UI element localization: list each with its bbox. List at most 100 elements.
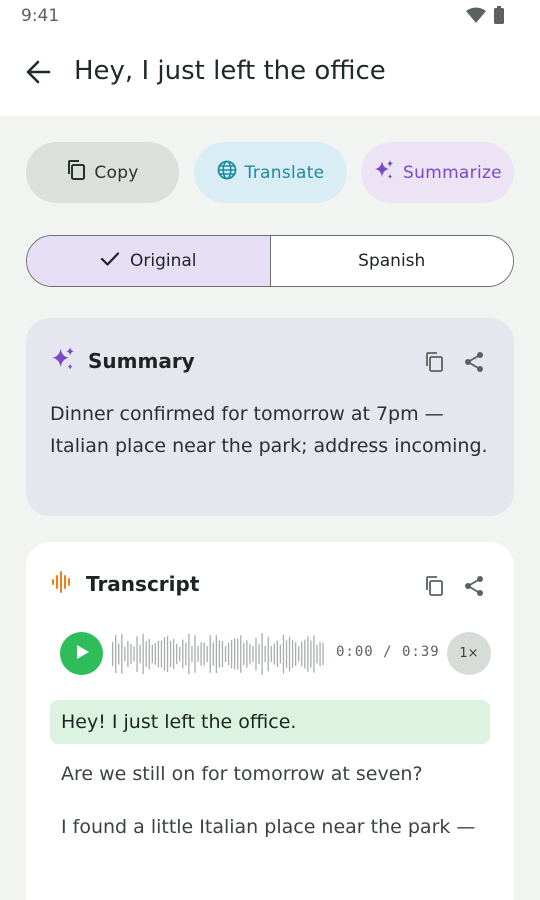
waveform-bar <box>319 641 321 667</box>
waveform-bar <box>200 642 202 666</box>
waveform-bar <box>133 646 135 662</box>
share-icon[interactable] <box>464 575 484 601</box>
waveform-bar <box>279 644 282 664</box>
waveform-bar <box>166 636 169 672</box>
summary-header: Summary <box>50 346 195 376</box>
waveform-bar <box>313 635 315 673</box>
waveform-bar <box>298 646 300 662</box>
summary-actions <box>424 351 484 377</box>
battery-icon <box>494 6 504 28</box>
summarize-button[interactable]: Summarize <box>361 142 514 203</box>
waveform-bar <box>288 636 291 672</box>
transcript-line[interactable]: I found a little Italian place near the … <box>50 812 490 842</box>
waveform-bar <box>218 640 221 668</box>
copy-icon[interactable] <box>424 575 444 601</box>
waveform-bar <box>203 642 205 666</box>
share-icon[interactable] <box>464 351 484 377</box>
waveform-bar <box>154 643 156 665</box>
transcript-card: Transcript 0:00 / 0:39 1× Hey! I just le… <box>26 542 514 900</box>
check-icon <box>100 251 120 272</box>
transcript-header: Transcript <box>50 570 199 598</box>
top-app-bar: 9:41 Hey, I just left the office <box>0 0 540 116</box>
waveform-bar <box>163 637 166 671</box>
waveform-bar <box>215 635 217 673</box>
waveform-bar <box>209 635 211 673</box>
waveform-bar <box>258 644 260 664</box>
waveform-bar <box>194 635 196 673</box>
play-button[interactable] <box>60 632 103 675</box>
segment-original[interactable]: Original <box>27 236 271 286</box>
copy-button[interactable]: Copy <box>26 142 179 203</box>
waveform-bar <box>243 642 245 666</box>
waveform-bar <box>224 646 227 662</box>
waveform-bar <box>270 646 272 662</box>
waveform-bar <box>282 634 285 674</box>
segment-spanish[interactable]: Spanish <box>270 236 513 286</box>
transcript-line-active[interactable]: Hey! I just left the office. <box>50 700 490 744</box>
arrow-left-icon <box>25 59 51 89</box>
copy-icon[interactable] <box>424 351 444 377</box>
summary-text: Dinner confirmed for tomorrow at 7pm — I… <box>50 403 488 457</box>
waveform-bar <box>304 639 306 669</box>
segment-original-label: Original <box>129 251 197 271</box>
playback-speed-button[interactable]: 1× <box>447 632 491 675</box>
waveform-bar <box>295 642 297 666</box>
waveform-bar <box>267 636 269 672</box>
waveform-bar <box>246 640 248 668</box>
segment-spanish-label: Spanish <box>358 251 426 271</box>
playback-time: 0:00 / 0:39 <box>336 644 440 660</box>
waveform-bar <box>130 643 132 665</box>
copy-icon <box>66 159 86 186</box>
sparkle-icon <box>50 346 76 376</box>
waveform-bar <box>307 636 309 672</box>
waveform-bar <box>176 643 178 665</box>
waveform-bar <box>173 638 175 670</box>
waveform-bar <box>322 642 324 666</box>
waveform-bar <box>142 633 144 675</box>
waveform-bar <box>112 642 114 666</box>
waveform-bar <box>191 645 193 663</box>
waveform-bar <box>124 646 126 662</box>
waveform-bar <box>121 634 123 674</box>
summarize-label: Summarize <box>403 162 502 183</box>
transcript-line[interactable]: Are we still on for tomorrow at seven? <box>50 759 490 789</box>
copy-label: Copy <box>94 162 139 183</box>
waveform-bar <box>276 640 278 668</box>
waveform-bar <box>301 641 303 667</box>
waveform-bar <box>160 640 163 668</box>
waveform-bar <box>230 639 233 669</box>
transcript-title: Transcript <box>86 572 200 596</box>
waveform-bar <box>185 642 187 666</box>
waveform-bar <box>221 640 224 668</box>
waveform-bar <box>115 634 117 674</box>
waveform-bar <box>255 637 257 671</box>
wifi-icon <box>466 7 486 27</box>
sparkle-icon <box>373 159 395 186</box>
back-button[interactable] <box>22 58 54 90</box>
status-icons <box>466 6 504 28</box>
summary-card: Summary Dinner confirmed for tomorrow at… <box>26 318 514 516</box>
waveform-bar <box>310 640 312 668</box>
waveform-bar <box>285 640 288 668</box>
waveform-bar <box>264 645 266 663</box>
waveform-bar <box>148 638 150 670</box>
waveform-bar <box>151 644 153 664</box>
waveform-bar <box>227 642 230 666</box>
waveform-bar <box>118 643 120 665</box>
play-icon <box>73 643 91 665</box>
waveform-bar <box>273 643 275 665</box>
waveform-bar <box>206 645 208 663</box>
waveform-bar <box>145 641 147 667</box>
waveform-bar <box>316 644 318 664</box>
waveform-bar <box>182 639 184 669</box>
translate-label: Translate <box>244 162 325 183</box>
waveform-bar <box>249 643 251 665</box>
waveform-bar <box>240 635 242 673</box>
audio-player: 0:00 / 0:39 1× <box>60 632 492 676</box>
waveform-bar <box>237 638 239 670</box>
audio-waveform[interactable] <box>112 632 326 676</box>
audio-wave-icon <box>50 570 74 598</box>
translate-button[interactable]: Translate <box>194 142 347 203</box>
waveform-bar <box>157 640 160 668</box>
waveform-bar <box>197 646 199 662</box>
